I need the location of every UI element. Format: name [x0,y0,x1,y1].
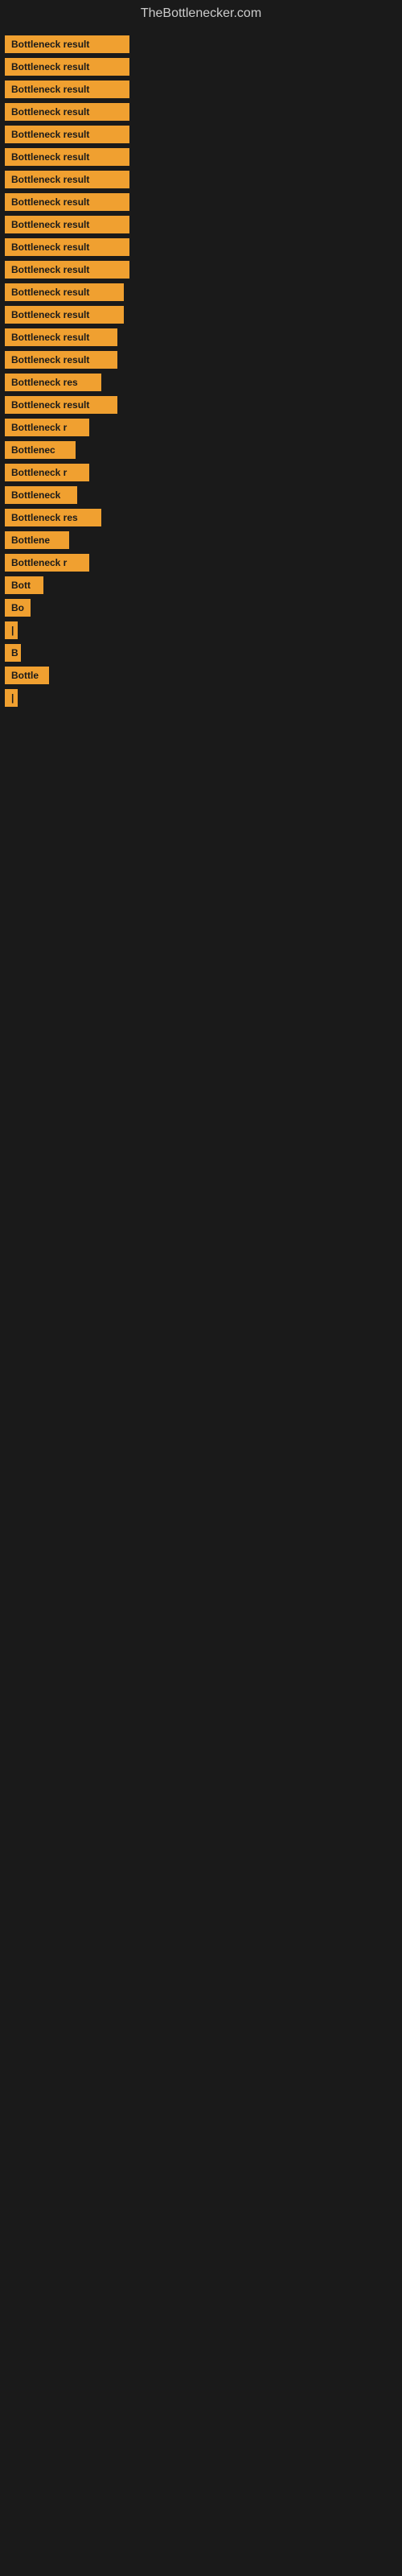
list-item: Bottleneck [5,486,397,504]
list-item: Bottleneck result [5,261,397,279]
bottleneck-badge: Bottleneck result [5,351,117,369]
list-item: Bottleneck result [5,171,397,188]
list-item: Bottleneck r [5,554,397,572]
bottleneck-badge: | [5,621,18,639]
list-item: Bottleneck result [5,351,397,369]
bottleneck-badge: Bottlenec [5,441,76,459]
list-item: | [5,689,397,707]
bottleneck-badge: Bottleneck result [5,238,129,256]
list-item: Bottleneck result [5,58,397,76]
list-item: Bottleneck result [5,193,397,211]
list-item: Bottleneck result [5,328,397,346]
list-item: | [5,621,397,639]
list-item: Bottleneck result [5,35,397,53]
bottleneck-badge: Bottleneck result [5,306,124,324]
list-item: Bottlene [5,531,397,549]
bottleneck-badge: Bottleneck res [5,509,101,526]
bottleneck-badge: Bottleneck result [5,283,124,301]
list-item: Bottleneck result [5,103,397,121]
list-item: Bottleneck r [5,464,397,481]
list-item: Bottleneck res [5,509,397,526]
list-item: Bottlenec [5,441,397,459]
bottleneck-badge: Bottleneck result [5,328,117,346]
bottleneck-badge: Bottleneck r [5,554,89,572]
bottleneck-badge: Bottle [5,667,49,684]
bottleneck-badge: B [5,644,21,662]
bottleneck-badge: Bottleneck result [5,216,129,233]
bottleneck-badge: Bottleneck result [5,261,129,279]
list-item: Bottleneck result [5,306,397,324]
bottleneck-badge: Bottleneck [5,486,77,504]
bottleneck-badge: Bott [5,576,43,594]
list-item: Bo [5,599,397,617]
list-item: Bottleneck result [5,283,397,301]
list-item: Bottleneck result [5,148,397,166]
bottleneck-badge: | [5,689,18,707]
list-item: Bottle [5,667,397,684]
bottleneck-badge: Bottleneck result [5,148,129,166]
bottleneck-badge: Bottleneck result [5,80,129,98]
site-title: TheBottlenecker.com [0,0,402,27]
bottleneck-badge: Bottleneck r [5,419,89,436]
bottleneck-badge: Bottleneck res [5,374,101,391]
bottleneck-badge: Bottleneck result [5,396,117,414]
bottleneck-badge: Bottleneck result [5,126,129,143]
list-item: Bott [5,576,397,594]
list-item: Bottleneck result [5,216,397,233]
list-item: Bottleneck result [5,126,397,143]
bottleneck-badge: Bottleneck result [5,35,129,53]
bottleneck-badge: Bottleneck result [5,171,129,188]
bottleneck-badge: Bottleneck r [5,464,89,481]
bottleneck-badge: Bo [5,599,31,617]
list-item: Bottleneck res [5,374,397,391]
bottleneck-badge: Bottleneck result [5,193,129,211]
items-container: Bottleneck result Bottleneck result Bottle… [0,27,402,715]
list-item: Bottleneck r [5,419,397,436]
bottleneck-badge: Bottleneck result [5,58,129,76]
bottleneck-badge: Bottleneck result [5,103,129,121]
list-item: Bottleneck result [5,80,397,98]
list-item: Bottleneck result [5,238,397,256]
bottleneck-badge: Bottlene [5,531,69,549]
list-item: Bottleneck result [5,396,397,414]
list-item: B [5,644,397,662]
